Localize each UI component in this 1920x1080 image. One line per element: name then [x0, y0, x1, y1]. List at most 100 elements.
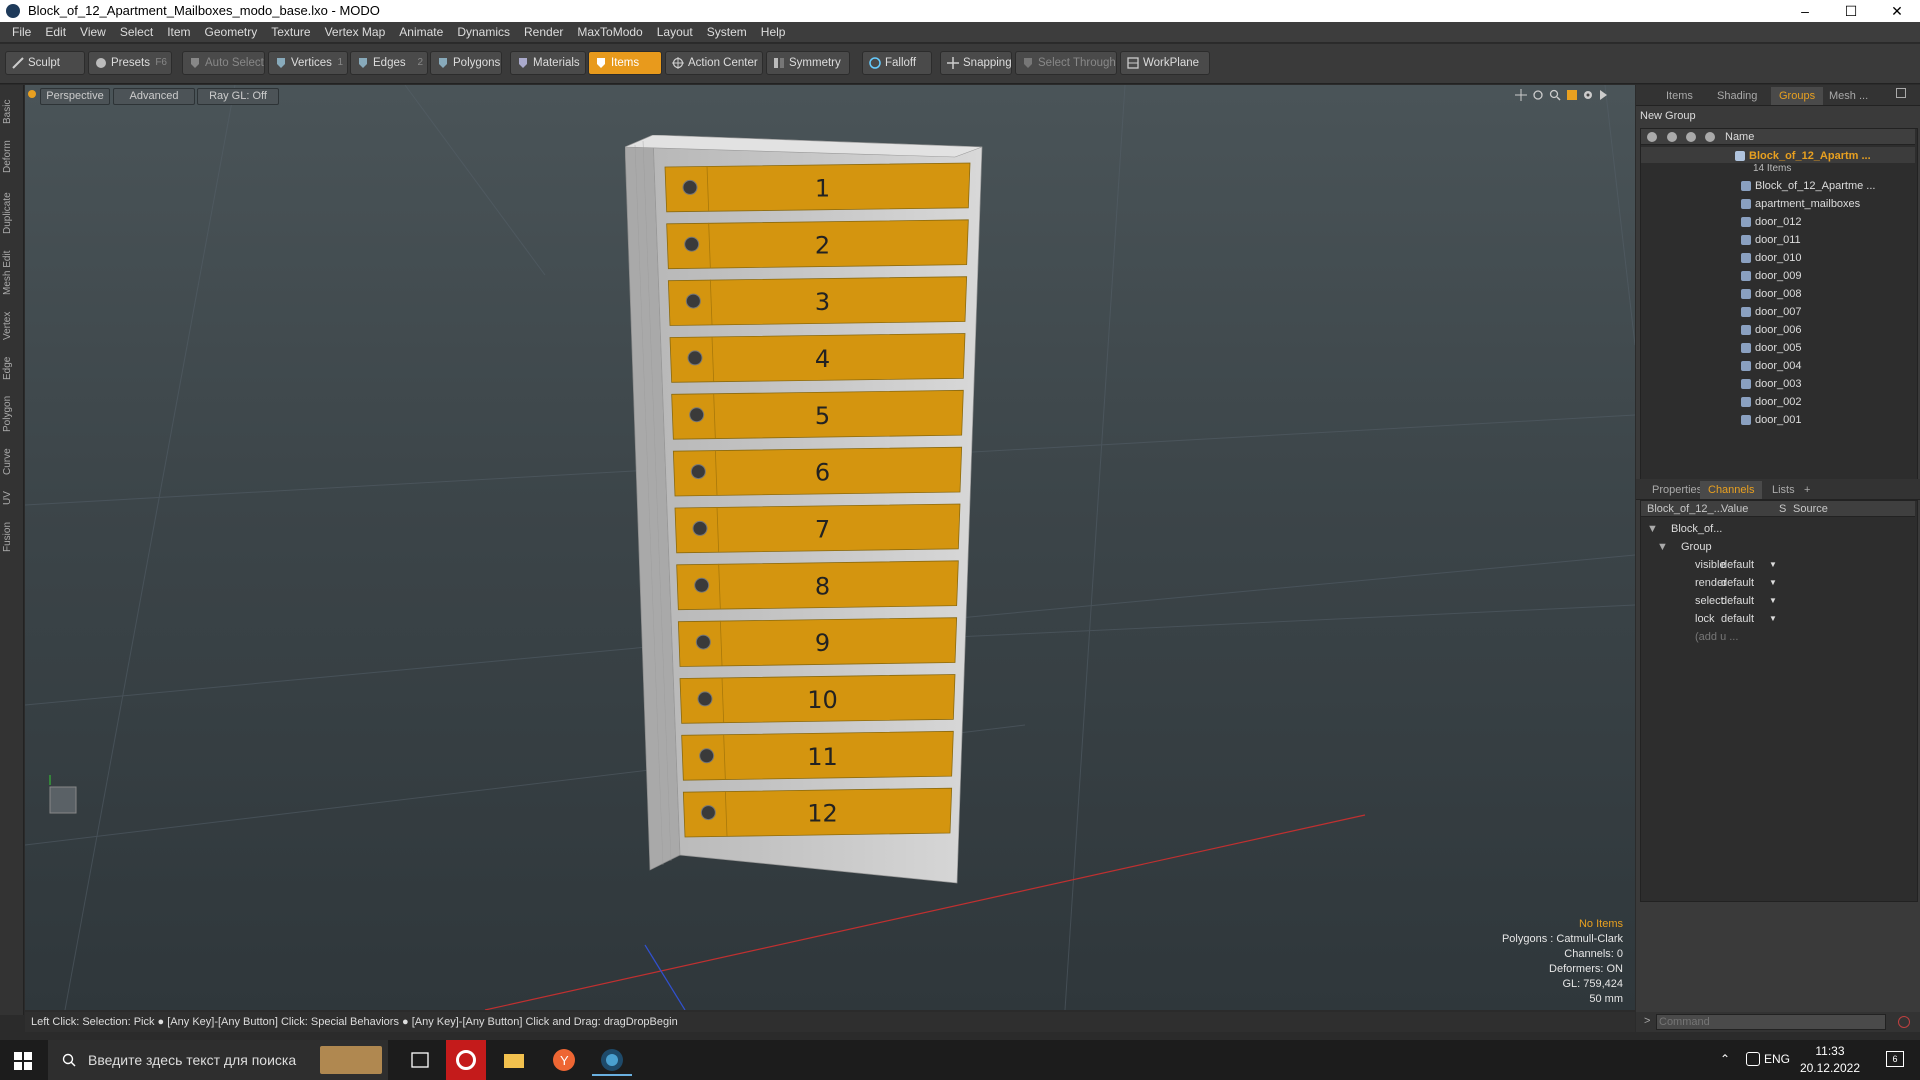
expand-arrow-icon[interactable]: ▼ — [1657, 538, 1668, 556]
render-icon[interactable] — [1667, 132, 1677, 142]
tab-deform[interactable]: Deform — [2, 133, 22, 181]
menu-vertex-map[interactable]: Vertex Map — [318, 22, 393, 43]
taskbar-search[interactable]: Введите здесь текст для поиска — [48, 1040, 388, 1080]
record-icon[interactable] — [1898, 1016, 1910, 1028]
auto-select-button[interactable]: Auto Select — [182, 51, 265, 75]
maximize-button[interactable]: ☐ — [1828, 0, 1874, 22]
group-item-row[interactable]: door_001 — [1641, 411, 1915, 429]
group-item-row[interactable]: door_005 — [1641, 339, 1915, 357]
pan-icon[interactable] — [1515, 89, 1527, 101]
snapping-button[interactable]: Snapping — [940, 51, 1012, 75]
menu-edit[interactable]: Edit — [38, 22, 73, 43]
workplane-button[interactable]: WorkPlane — [1120, 51, 1210, 75]
vertices-button[interactable]: Vertices 1 — [268, 51, 348, 75]
visibility-eye-icon[interactable] — [1647, 132, 1657, 142]
menu-file[interactable]: File — [5, 22, 38, 43]
tab-uv[interactable]: UV — [2, 485, 22, 511]
menu-help[interactable]: Help — [754, 22, 793, 43]
command-input[interactable] — [1656, 1014, 1886, 1030]
taskbar-clock[interactable]: 11:33 20.12.2022 — [1800, 1043, 1860, 1077]
group-item-row[interactable]: door_006 — [1641, 321, 1915, 339]
group-item-row[interactable]: door_009 — [1641, 267, 1915, 285]
menu-maxtomodo[interactable]: MaxToModo — [570, 22, 649, 43]
tab-vertex[interactable]: Vertex — [2, 305, 22, 347]
add-tab-button[interactable]: + — [1796, 481, 1818, 499]
menu-texture[interactable]: Texture — [264, 22, 317, 43]
tab-shading[interactable]: Shading — [1709, 87, 1765, 105]
zoom-icon[interactable] — [1549, 89, 1561, 101]
viewport-settings-gear-icon[interactable] — [1582, 89, 1594, 101]
group-item-row[interactable]: Block_of_12_Apartme ... — [1641, 177, 1915, 195]
group-item-row[interactable]: door_012 — [1641, 213, 1915, 231]
language-indicator[interactable]: ENG — [1764, 1052, 1790, 1066]
tab-items[interactable]: Items — [1658, 87, 1701, 105]
group-item-row[interactable]: apartment_mailboxes — [1641, 195, 1915, 213]
menu-item[interactable]: Item — [160, 22, 197, 43]
tab-mesh[interactable]: Mesh ... — [1821, 87, 1876, 105]
perspective-dropdown[interactable]: Perspective — [40, 88, 110, 105]
presets-button[interactable]: Presets F6 — [88, 51, 172, 75]
channel-value-dropdown[interactable]: default — [1721, 556, 1754, 574]
opera-app-icon[interactable] — [446, 1040, 486, 1080]
raygl-toggle[interactable]: Ray GL: Off — [197, 88, 279, 105]
group-item-row[interactable]: door_007 — [1641, 303, 1915, 321]
task-view-icon[interactable] — [400, 1044, 440, 1076]
tab-channels[interactable]: Channels — [1700, 481, 1763, 499]
edges-button[interactable]: Edges 2 — [350, 51, 428, 75]
tab-fusion[interactable]: Fusion — [2, 515, 22, 559]
modo-app-icon[interactable] — [592, 1044, 632, 1076]
menu-dynamics[interactable]: Dynamics — [450, 22, 517, 43]
group-item-row[interactable]: door_008 — [1641, 285, 1915, 303]
mailbox-model[interactable]: 123456789101112 — [625, 135, 1005, 995]
tray-up-arrow-icon[interactable]: ⌃ — [1720, 1052, 1730, 1066]
tab-edge[interactable]: Edge — [2, 351, 22, 385]
group-item-row[interactable]: door_010 — [1641, 249, 1915, 267]
channel-row[interactable]: visible default ▼ — [1641, 556, 1915, 574]
viewport-menu-arrow-icon[interactable] — [1599, 89, 1609, 101]
group-item-row[interactable]: door_004 — [1641, 357, 1915, 375]
file-explorer-icon[interactable] — [494, 1044, 534, 1076]
channel-group-row[interactable]: ▼ Group — [1641, 538, 1915, 556]
tab-mesh-edit[interactable]: Mesh Edit — [2, 245, 22, 301]
symmetry-button[interactable]: Symmetry — [766, 51, 850, 75]
lock-icon[interactable] — [1686, 132, 1696, 142]
group-item-row[interactable]: door_011 — [1641, 231, 1915, 249]
add-user-channel-row[interactable]: (add u ... — [1641, 628, 1915, 646]
dropdown-arrow-icon[interactable]: ▼ — [1769, 610, 1777, 628]
materials-button[interactable]: Materials — [510, 51, 586, 75]
channel-value-dropdown[interactable]: default — [1721, 574, 1754, 592]
tab-basic[interactable]: Basic — [2, 95, 22, 129]
yandex-browser-icon[interactable]: Y — [544, 1044, 584, 1076]
falloff-button[interactable]: Falloff — [862, 51, 932, 75]
menu-layout[interactable]: Layout — [650, 22, 700, 43]
close-button[interactable]: ✕ — [1874, 0, 1920, 22]
dropdown-arrow-icon[interactable]: ▼ — [1769, 592, 1777, 610]
expand-arrow-icon[interactable]: ▼ — [1647, 520, 1658, 538]
action-center-button[interactable]: Action Center — [665, 51, 763, 75]
menu-view[interactable]: View — [73, 22, 113, 43]
menu-render[interactable]: Render — [517, 22, 570, 43]
menu-system[interactable]: System — [700, 22, 754, 43]
tab-curve[interactable]: Curve — [2, 443, 22, 481]
menu-geometry[interactable]: Geometry — [198, 22, 265, 43]
channel-root-row[interactable]: ▼ Block_of... — [1641, 520, 1915, 538]
polygons-button[interactable]: Polygons — [430, 51, 502, 75]
3d-viewport[interactable]: Perspective Advanced Ray GL: Off 1234567… — [25, 85, 1635, 1010]
new-group-button[interactable]: New Group — [1640, 108, 1720, 124]
channel-row[interactable]: render default ▼ — [1641, 574, 1915, 592]
group-item-row[interactable]: door_003 — [1641, 375, 1915, 393]
channel-row[interactable]: select default ▼ — [1641, 592, 1915, 610]
menu-animate[interactable]: Animate — [392, 22, 450, 43]
minimize-button[interactable]: – — [1782, 0, 1828, 22]
group-row[interactable]: Block_of_12_Apartm ... — [1641, 147, 1915, 163]
tab-groups[interactable]: Groups — [1771, 87, 1824, 105]
sculpt-button[interactable]: Sculpt — [5, 51, 85, 75]
tab-duplicate[interactable]: Duplicate — [2, 185, 22, 241]
channel-value-dropdown[interactable]: default — [1721, 610, 1754, 628]
dropdown-arrow-icon[interactable]: ▼ — [1769, 574, 1777, 592]
select-through-button[interactable]: Select Through — [1015, 51, 1117, 75]
network-icon[interactable] — [1746, 1052, 1760, 1066]
rotate-icon[interactable] — [1532, 89, 1544, 101]
panel-expand-icon[interactable] — [1896, 88, 1906, 98]
group-item-row[interactable]: door_002 — [1641, 393, 1915, 411]
